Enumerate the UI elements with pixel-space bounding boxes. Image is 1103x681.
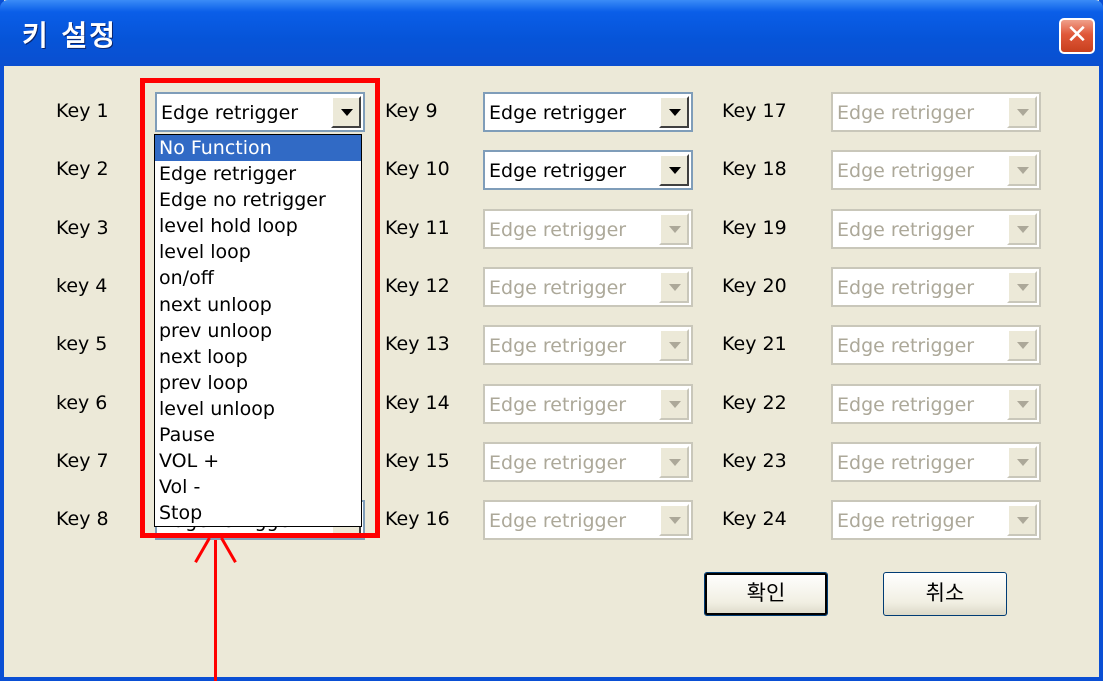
key-function-select: Edge retrigger [831,441,1041,482]
select-value: Edge retrigger [837,218,975,241]
key-label: Key 8 [56,508,109,531]
chevron-down-icon [659,212,689,245]
key-function-select: Edge retrigger [831,208,1041,249]
select-value: Edge retrigger [489,102,627,124]
key-function-select[interactable]: Edge retrigger [483,150,693,191]
key-label: Key 20 [722,274,787,297]
key-function-select[interactable]: Edge retrigger [483,92,693,132]
chevron-down-icon [1007,387,1037,420]
key-function-select: Edge retrigger [483,208,693,249]
cancel-button[interactable]: 취소 [883,572,1007,616]
key-label: Key 23 [722,449,787,472]
select-value: Edge retrigger [837,393,975,416]
key-function-select: Edge retrigger [831,150,1041,191]
key-function-select: Edge retrigger [483,383,693,424]
key-label: key 6 [56,391,108,414]
key-label: Key 22 [722,391,787,414]
chevron-down-icon[interactable] [659,96,689,128]
chevron-down-icon [1007,329,1037,362]
select-value: Edge retrigger [837,510,975,533]
chevron-down-icon [659,445,689,478]
select-value: Edge retrigger [489,510,627,533]
key-label: Key 2 [56,158,109,181]
select-value: Edge retrigger [837,451,975,474]
chevron-down-icon [1007,96,1037,128]
key-label: Key 19 [722,216,787,239]
key-function-select: Edge retrigger [831,383,1041,424]
key-label: Key 17 [722,100,787,122]
select-value: Edge retrigger [489,335,627,358]
title-bar[interactable]: 키 설정 ✕ [0,0,1103,66]
select-value: Edge retrigger [837,102,975,124]
key-function-select: Edge retrigger [483,441,693,482]
key-label: Key 9 [385,100,438,122]
key-function-select: Edge retrigger [831,500,1041,541]
key-function-select: Edge retrigger [831,325,1041,366]
key-label: Key 10 [385,158,450,181]
chevron-down-icon [659,504,689,537]
key-label: Key 16 [385,508,450,531]
key-label: Key 12 [385,274,450,297]
key-label: Key 3 [56,216,109,239]
ok-button[interactable]: 확인 [704,572,828,616]
key-label: Key 11 [385,216,450,239]
select-value: Edge retrigger [489,393,627,416]
chevron-down-icon [1007,270,1037,303]
chevron-down-icon [659,387,689,420]
chevron-down-icon [1007,212,1037,245]
chevron-down-icon [659,270,689,303]
chevron-down-icon[interactable] [659,154,689,187]
key-function-select: Edge retrigger [483,325,693,366]
highlight-arrow [214,540,217,681]
key-label: Key 13 [385,333,450,356]
chevron-down-icon [659,329,689,362]
select-value: Edge retrigger [489,218,627,241]
chevron-down-icon [1007,154,1037,187]
select-value: Edge retrigger [489,276,627,299]
key-function-select: Edge retrigger [831,266,1041,307]
close-icon[interactable]: ✕ [1059,18,1095,54]
chevron-down-icon [1007,504,1037,537]
select-value: Edge retrigger [837,276,975,299]
key-function-select: Edge retrigger [831,92,1041,132]
key-function-select: Edge retrigger [483,266,693,307]
key-function-select: Edge retrigger [483,500,693,541]
key-label: Key 24 [722,508,787,531]
key-label: key 5 [56,333,108,356]
select-value: Edge retrigger [837,160,975,183]
chevron-down-icon [1007,445,1037,478]
key-label: Key 14 [385,391,450,414]
select-value: Edge retrigger [489,451,627,474]
key-label: key 4 [56,274,108,297]
key-label: Key 15 [385,449,450,472]
key-label: Key 1 [56,100,109,122]
key-label: Key 21 [722,333,787,356]
key-label: Key 7 [56,449,109,472]
select-value: Edge retrigger [489,160,627,183]
select-value: Edge retrigger [837,335,975,358]
highlight-box [140,78,380,538]
window-title: 키 설정 [22,19,118,52]
key-label: Key 18 [722,158,787,181]
